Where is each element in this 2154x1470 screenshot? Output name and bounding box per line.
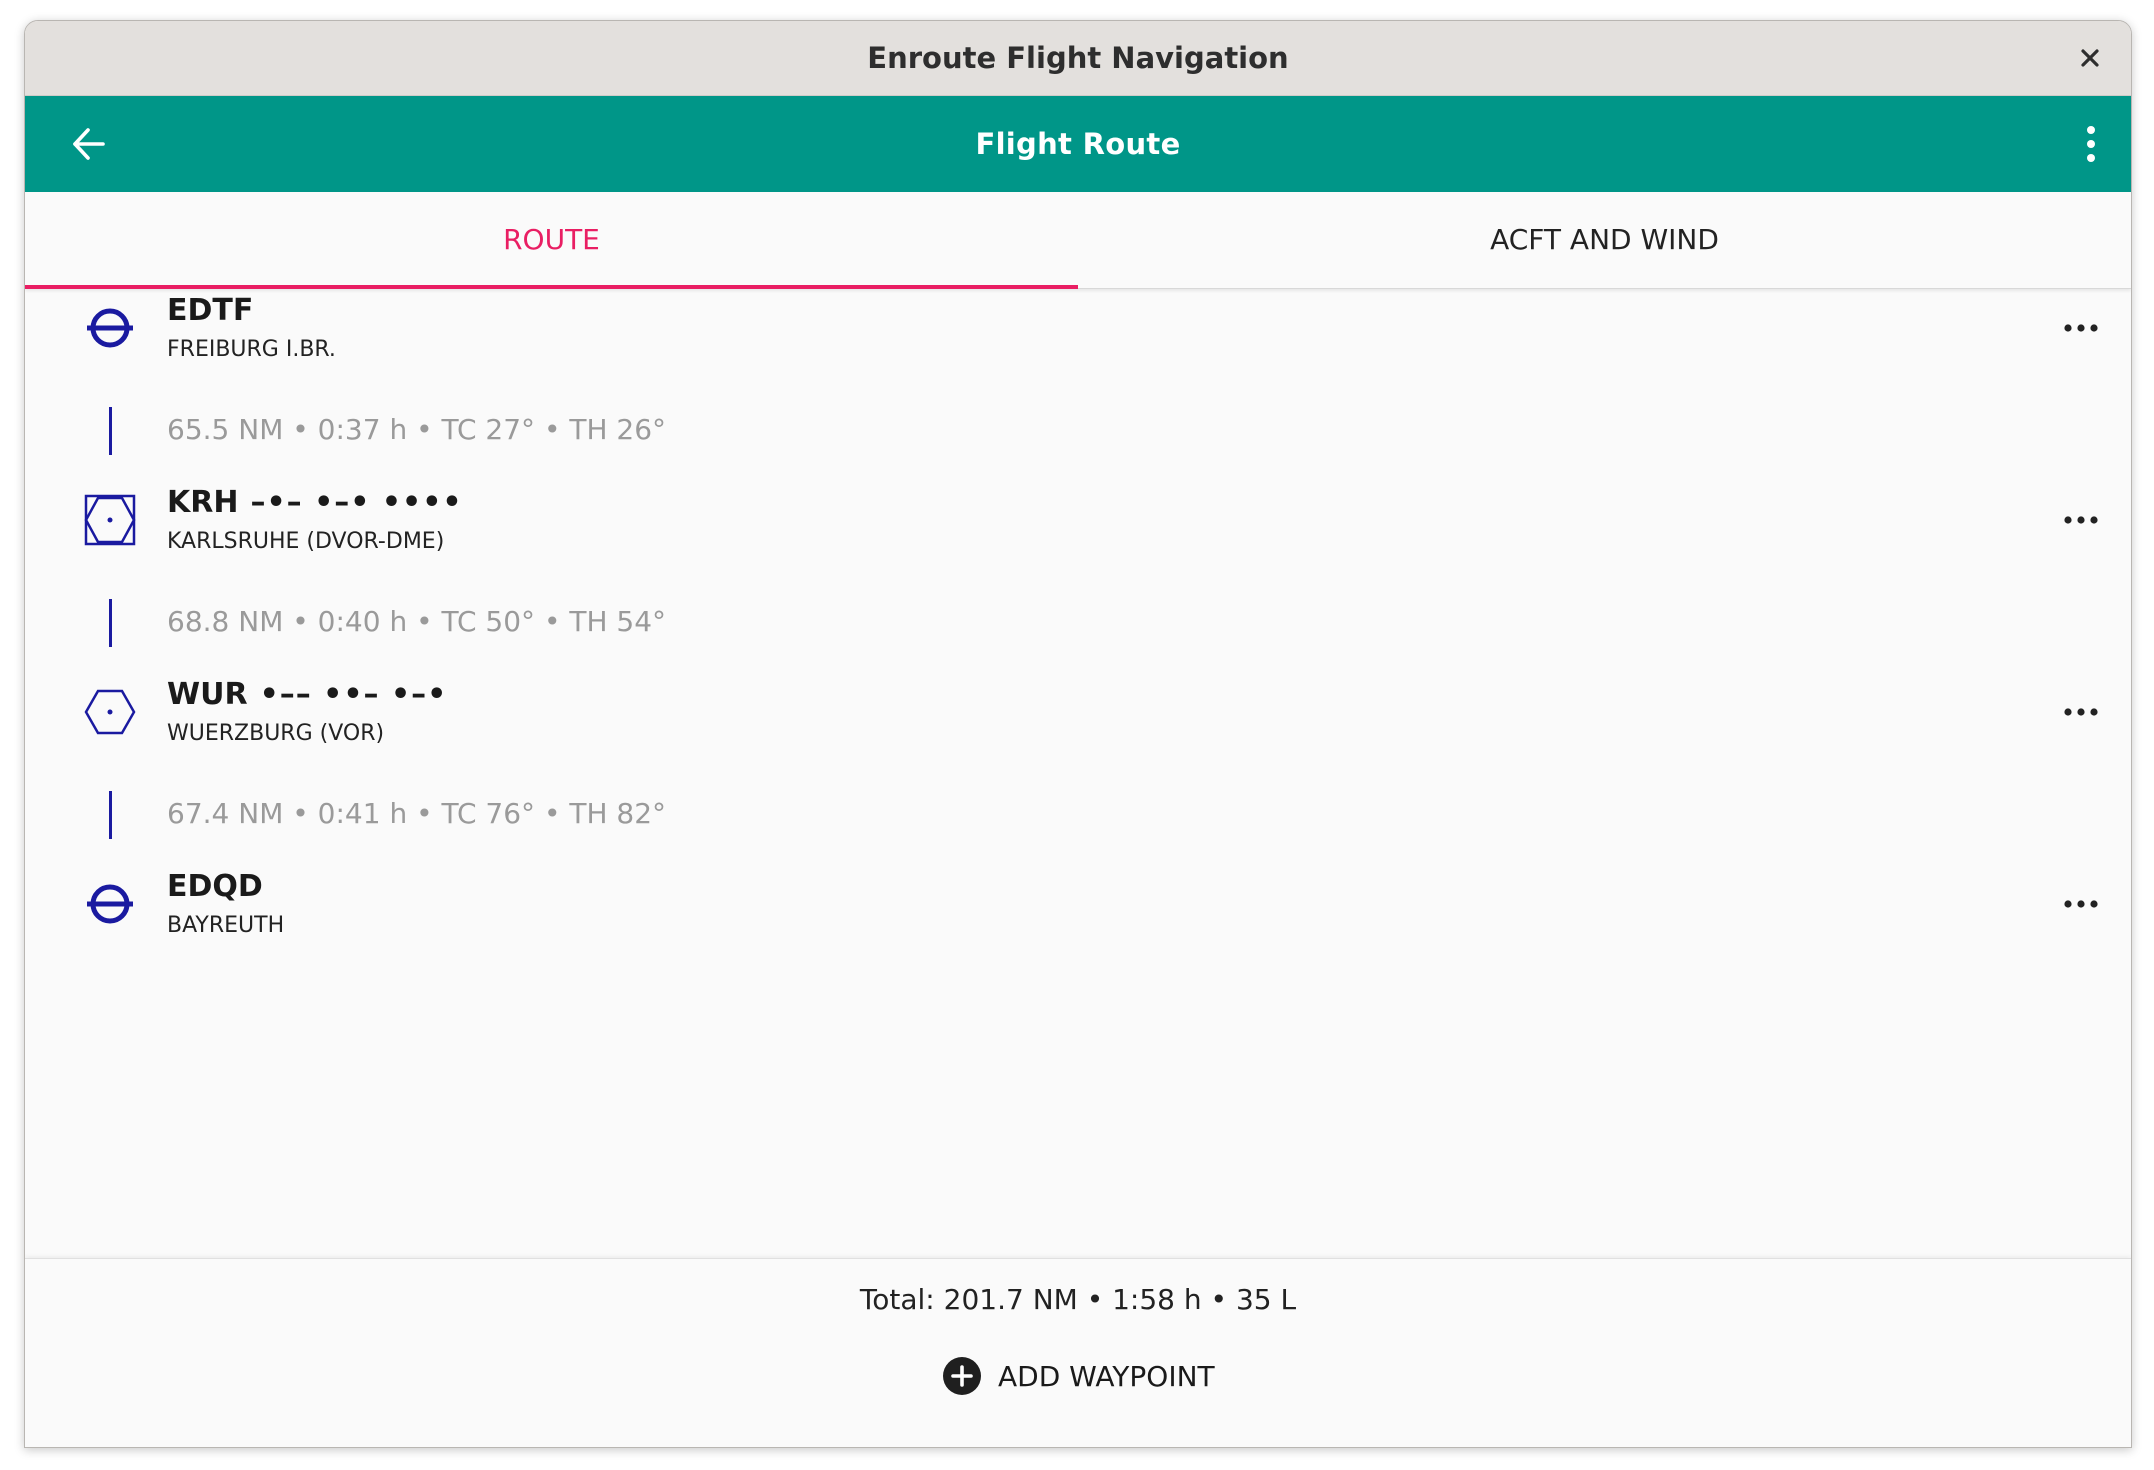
airfield-icon [87, 884, 133, 924]
waypoint-code-text: KRH [167, 485, 239, 520]
leg-connector-line [109, 791, 112, 839]
route-total: Total: 201.7 NM • 1:58 h • 35 L [859, 1283, 1297, 1316]
route-summary-footer: Total: 201.7 NM • 1:58 h • 35 L ADD WAYP… [25, 1258, 2131, 1447]
route-leg: 67.4 NM • 0:41 h • TC 76° • TH 82° [25, 785, 2131, 845]
waypoint-morse: •–– ••– •–• [259, 677, 448, 712]
more-horiz-icon[interactable] [2061, 505, 2101, 535]
leg-info: 65.5 NM • 0:37 h • TC 27° • TH 26° [167, 413, 667, 446]
waypoint-code: KRH –•– •–• •••• [167, 485, 463, 520]
app-window: Enroute Flight Navigation Flight Route R… [24, 20, 2132, 1448]
vor-dme-icon [84, 494, 136, 546]
waypoint-item[interactable]: KRH –•– •–• •••• KARLSRUHE (DVOR-DME) [25, 481, 2131, 571]
tab-acft-and-wind[interactable]: ACFT AND WIND [1078, 192, 2131, 288]
page-title: Flight Route [975, 127, 1181, 161]
waypoint-item[interactable]: EDTF FREIBURG I.BR. [25, 289, 2131, 379]
route-leg: 68.8 NM • 0:40 h • TC 50° • TH 54° [25, 593, 2131, 653]
waypoint-code-text: EDTF [167, 293, 254, 328]
waypoint-code: WUR •–– ••– •–• [167, 677, 447, 712]
app-bar: Flight Route [25, 96, 2131, 192]
tab-bar: ROUTE ACFT AND WIND [25, 192, 2131, 289]
add-circle-icon [943, 1357, 981, 1395]
vor-icon [84, 689, 136, 735]
route-leg: 65.5 NM • 0:37 h • TC 27° • TH 26° [25, 401, 2131, 461]
overflow-menu-icon[interactable] [2085, 124, 2097, 164]
waypoint-name: KARLSRUHE (DVOR-DME) [167, 529, 445, 554]
waypoint-code-text: WUR [167, 677, 248, 712]
leg-connector-line [109, 407, 112, 455]
window-title: Enroute Flight Navigation [867, 41, 1289, 75]
waypoint-name: WUERZBURG (VOR) [167, 721, 385, 746]
waypoint-code-text: EDQD [167, 869, 263, 904]
leg-info: 67.4 NM • 0:41 h • TC 76° • TH 82° [167, 797, 667, 830]
waypoint-morse: –•– •–• •••• [250, 485, 463, 520]
waypoint-item[interactable]: EDQD BAYREUTH [25, 865, 2131, 955]
airfield-icon [87, 308, 133, 348]
waypoint-code: EDTF [167, 293, 265, 328]
leg-connector-line [109, 599, 112, 647]
more-horiz-icon[interactable] [2061, 697, 2101, 727]
add-waypoint-button[interactable]: ADD WAYPOINT [942, 1351, 1215, 1401]
leg-info: 68.8 NM • 0:40 h • TC 50° • TH 54° [167, 605, 667, 638]
waypoint-code: EDQD [167, 869, 275, 904]
close-icon[interactable] [2073, 41, 2107, 75]
window-titlebar: Enroute Flight Navigation [25, 21, 2131, 96]
more-horiz-icon[interactable] [2061, 889, 2101, 919]
waypoint-name: FREIBURG I.BR. [167, 337, 336, 362]
tab-route[interactable]: ROUTE [25, 192, 1078, 288]
more-horiz-icon[interactable] [2061, 313, 2101, 343]
add-waypoint-label: ADD WAYPOINT [998, 1359, 1215, 1393]
waypoint-name: BAYREUTH [167, 913, 285, 938]
waypoint-item[interactable]: WUR •–– ••– •–• WUERZBURG (VOR) [25, 673, 2131, 763]
